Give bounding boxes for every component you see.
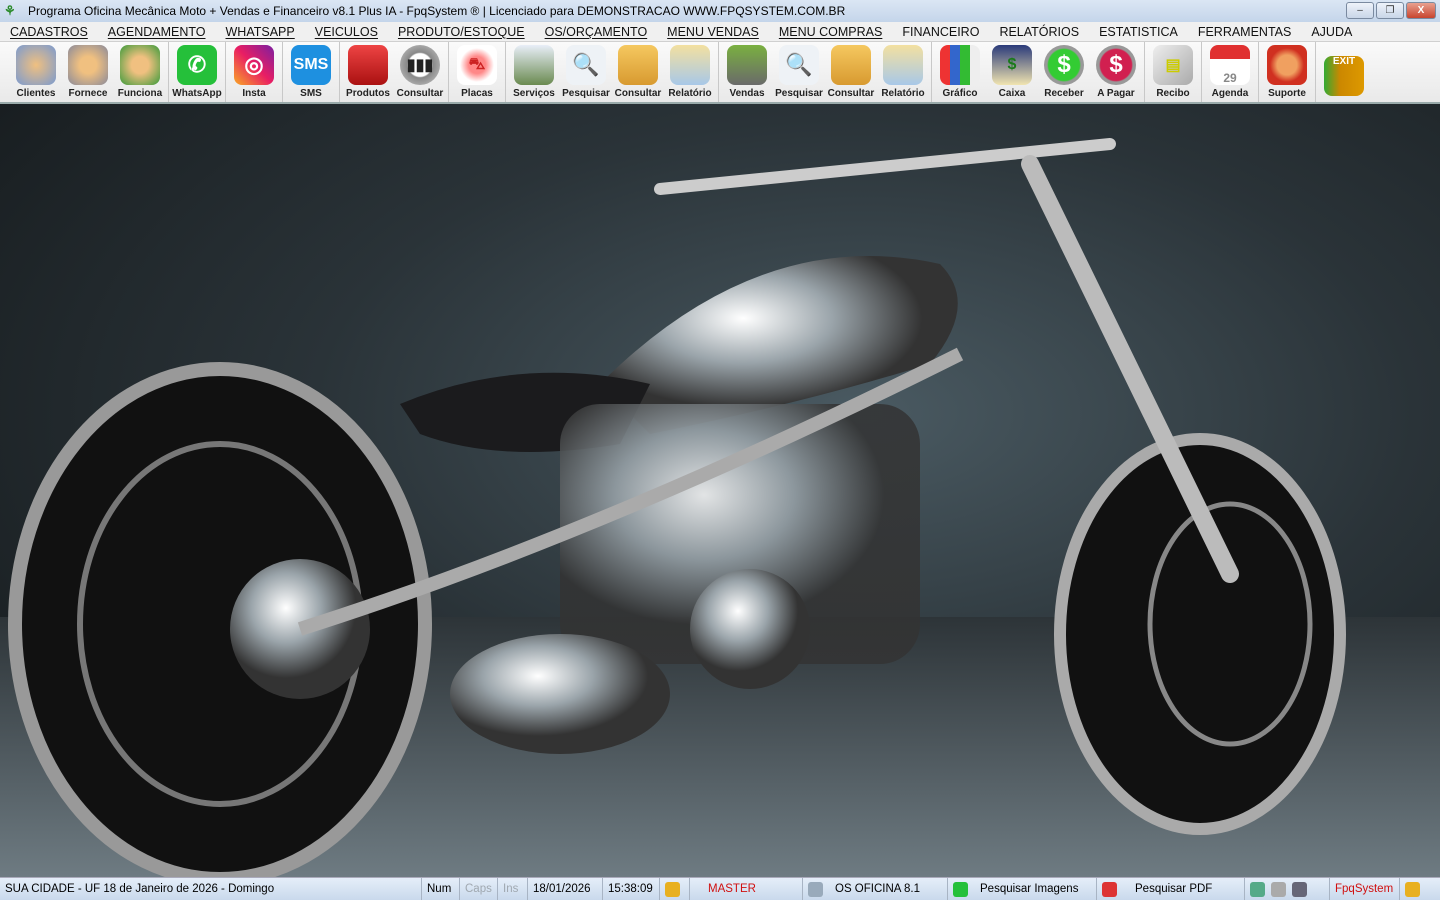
pesquisar-vendas-button[interactable]: 🔍 Pesquisar <box>773 42 825 102</box>
consultar-vendas-button[interactable]: Consultar <box>825 42 877 102</box>
pesquisar-os-button[interactable]: 🔍 Pesquisar <box>560 42 612 102</box>
insta-button[interactable]: ◎ Insta <box>228 42 280 102</box>
cash-book-icon: $ <box>992 45 1032 85</box>
calendar-icon: 29 <box>1210 45 1250 85</box>
menu-relatorios[interactable]: RELATÓRIOS <box>989 25 1089 39</box>
receber-button[interactable]: $ Receber <box>1038 42 1090 102</box>
status-ins: Ins <box>498 878 528 900</box>
status-system: OS OFICINA 8.1 <box>803 878 948 900</box>
pesquisar-pdf-button[interactable]: Pesquisar PDF <box>1097 878 1245 900</box>
toolbox-icon <box>348 45 388 85</box>
exit-door-icon: EXIT <box>1324 56 1364 96</box>
receive-money-icon: $ <box>1044 45 1084 85</box>
title-bar: ⚘ Programa Oficina Mecânica Moto + Venda… <box>0 0 1440 22</box>
user-key-icon <box>665 881 680 897</box>
window-title: Programa Oficina Mecânica Moto + Vendas … <box>28 4 846 18</box>
desktop-background <box>0 104 1440 877</box>
file-drawer-icon <box>618 45 658 85</box>
whatsapp-button[interactable]: ✆ WhatsApp <box>171 42 223 102</box>
apagar-button[interactable]: $ A Pagar <box>1090 42 1142 102</box>
status-tools <box>1245 878 1330 900</box>
receipt-icon: ▤ <box>1153 45 1193 85</box>
motorcycle-icon: ⛍ <box>457 45 497 85</box>
menu-os-orcamento[interactable]: OS/ORÇAMENTO <box>535 25 658 39</box>
toolbar: Clientes Fornece Funciona ✆ WhatsApp ◎ Ins… <box>0 42 1440 104</box>
status-brand[interactable]: FpqSystem <box>1330 878 1400 900</box>
printer-icon <box>670 45 710 85</box>
pdf-icon <box>1102 881 1117 897</box>
printer-icon[interactable] <box>1271 881 1286 897</box>
whatsapp-icon: ✆ <box>177 45 217 85</box>
printer-icon <box>883 45 923 85</box>
placas-button[interactable]: ⛍ Placas <box>451 42 503 102</box>
menu-bar: CADASTROS AGENDAMENTO WHATSAPP VEICULOS … <box>0 22 1440 42</box>
produtos-button[interactable]: Produtos <box>342 42 394 102</box>
recibo-button[interactable]: ▤ Recibo <box>1147 42 1199 102</box>
close-button[interactable]: X <box>1406 2 1436 19</box>
restore-button[interactable]: ❐ <box>1376 2 1404 19</box>
relatorio-vendas-button[interactable]: Relatório <box>877 42 929 102</box>
menu-financeiro[interactable]: FINANCEIRO <box>892 25 989 39</box>
fornece-button[interactable]: Fornece <box>62 42 114 102</box>
notepad-icon[interactable] <box>1250 881 1265 897</box>
motorcycle-image <box>8 138 1346 877</box>
status-date: 18/01/2026 <box>528 878 603 900</box>
network-icon[interactable] <box>1292 881 1307 897</box>
laptop-icon <box>808 881 823 897</box>
menu-compras[interactable]: MENU COMPRAS <box>769 25 892 39</box>
search-document-icon: 🔍 <box>779 45 819 85</box>
funciona-button[interactable]: Funciona <box>114 42 166 102</box>
cart-icon <box>727 45 767 85</box>
menu-ajuda[interactable]: AJUDA <box>1301 25 1362 39</box>
pay-money-icon: $ <box>1096 45 1136 85</box>
barcode-icon: ▮▮▮ <box>400 45 440 85</box>
minimize-button[interactable]: – <box>1346 2 1374 19</box>
status-key[interactable] <box>1400 878 1440 900</box>
consultar-os-button[interactable]: Consultar <box>612 42 664 102</box>
search-document-icon: 🔍 <box>566 45 606 85</box>
menu-cadastros[interactable]: CADASTROS <box>0 25 98 39</box>
agenda-button[interactable]: 29 Agenda <box>1204 42 1256 102</box>
instagram-icon: ◎ <box>234 45 274 85</box>
relatorio-os-button[interactable]: Relatório <box>664 42 716 102</box>
exit-button[interactable]: EXIT <box>1318 42 1370 102</box>
servicos-button[interactable]: Serviços <box>508 42 560 102</box>
status-user-icon[interactable] <box>660 878 690 900</box>
support-headset-icon <box>1267 45 1307 85</box>
status-caps: Caps <box>460 878 498 900</box>
consultar-produtos-button[interactable]: ▮▮▮ Consultar <box>394 42 446 102</box>
file-drawer-icon <box>831 45 871 85</box>
clipboard-icon <box>514 45 554 85</box>
status-time: 15:38:09 <box>603 878 660 900</box>
status-user: MASTER <box>690 878 803 900</box>
supplier-icon <box>68 45 108 85</box>
status-bar: SUA CIDADE - UF 18 de Janeiro de 2026 - … <box>0 877 1440 900</box>
menu-estatistica[interactable]: ESTATISTICA <box>1089 25 1188 39</box>
menu-whatsapp[interactable]: WHATSAPP <box>216 25 305 39</box>
suporte-button[interactable]: Suporte <box>1261 42 1313 102</box>
clientes-button[interactable]: Clientes <box>10 42 62 102</box>
bar-chart-icon <box>940 45 980 85</box>
employee-icon <box>120 45 160 85</box>
sms-icon: SMS <box>291 45 331 85</box>
pesquisar-imagens-button[interactable]: Pesquisar Imagens <box>948 878 1097 900</box>
user-key-icon <box>1405 881 1420 897</box>
grafico-button[interactable]: Gráfico <box>934 42 986 102</box>
sms-button[interactable]: SMS SMS <box>285 42 337 102</box>
menu-ferramentas[interactable]: FERRAMENTAS <box>1188 25 1302 39</box>
users-icon <box>16 45 56 85</box>
menu-veiculos[interactable]: VEICULOS <box>305 25 388 39</box>
menu-vendas[interactable]: MENU VENDAS <box>657 25 769 39</box>
whatsapp-icon <box>953 881 968 897</box>
caixa-button[interactable]: $ Caixa <box>986 42 1038 102</box>
status-city-date: SUA CIDADE - UF 18 de Janeiro de 2026 - … <box>0 878 422 900</box>
vendas-button[interactable]: Vendas <box>721 42 773 102</box>
menu-produto-estoque[interactable]: PRODUTO/ESTOQUE <box>388 25 535 39</box>
app-logo-icon: ⚘ <box>4 3 16 18</box>
status-num: Num <box>422 878 460 900</box>
menu-agendamento[interactable]: AGENDAMENTO <box>98 25 216 39</box>
